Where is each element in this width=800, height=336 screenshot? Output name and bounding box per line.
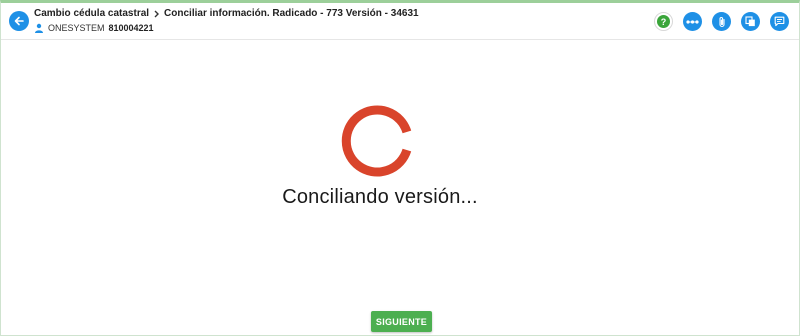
breadcrumb-parent[interactable]: Cambio cédula catastral: [34, 8, 149, 19]
loading-message: Conciliando versión...: [282, 186, 478, 208]
header-bar: Cambio cédula catastral Conciliar inform…: [1, 3, 799, 40]
copy-icon: [745, 16, 755, 27]
comment-button[interactable]: [770, 12, 789, 31]
back-button[interactable]: [9, 11, 29, 31]
attach-button[interactable]: [712, 12, 731, 31]
question-icon: ?: [657, 15, 670, 28]
user-name: ONESYSTEM: [48, 23, 105, 33]
arrow-left-icon: [14, 16, 24, 26]
chevron-right-icon: [153, 10, 160, 18]
breadcrumb-current: Conciliar información. Radicado - 773 Ve…: [164, 8, 419, 19]
next-button[interactable]: SIGUIENTE: [371, 311, 432, 332]
user-icon: [35, 23, 43, 33]
help-button[interactable]: ?: [654, 12, 673, 31]
paperclip-icon: [718, 16, 725, 27]
comment-icon: [774, 16, 785, 27]
dots-link-icon: [686, 19, 699, 24]
user-code: 810004221: [108, 23, 154, 33]
loading-spinner: [341, 105, 412, 177]
breadcrumb: Cambio cédula catastral Conciliar inform…: [34, 8, 419, 19]
copy-button[interactable]: [741, 12, 760, 31]
header-actions: ?: [654, 12, 789, 31]
link-button[interactable]: [683, 12, 702, 31]
app-window: Cambio cédula catastral Conciliar inform…: [0, 0, 800, 336]
user-info: ONESYSTEM 810004221: [34, 23, 154, 33]
